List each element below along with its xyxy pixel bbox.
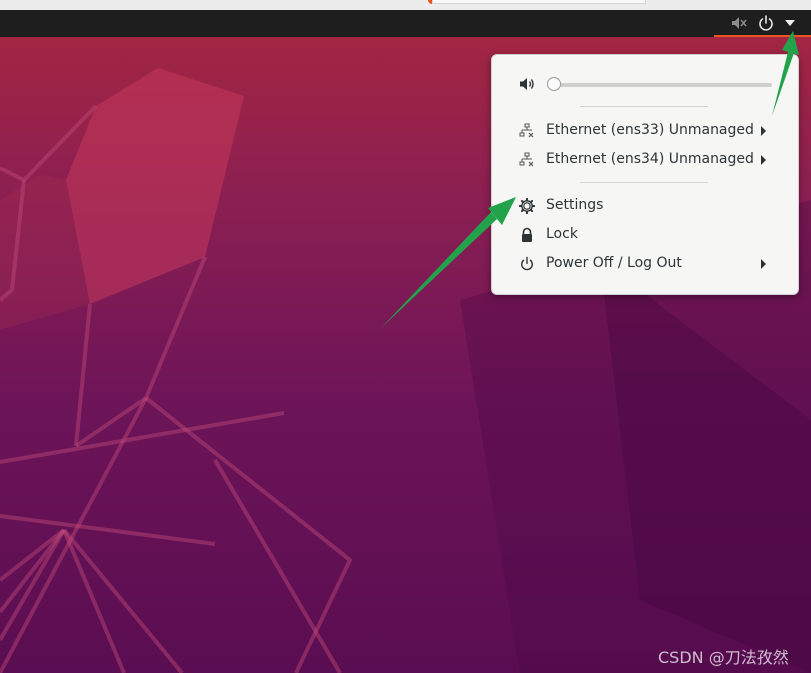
submenu-arrow-icon <box>761 259 766 269</box>
system-menu-popup: Ethernet (ens33) Unmanaged Ethernet (ens… <box>491 54 799 295</box>
power-off-label: Power Off / Log Out <box>546 255 682 271</box>
dropdown-arrow-icon[interactable] <box>784 19 796 27</box>
gear-icon <box>519 198 535 214</box>
volume-slider-handle[interactable] <box>547 77 561 91</box>
network-item-ens33[interactable]: Ethernet (ens33) Unmanaged <box>492 118 798 144</box>
submenu-arrow-icon <box>761 155 766 165</box>
system-menu-indicator[interactable] <box>714 10 811 37</box>
lock-label: Lock <box>546 226 578 242</box>
power-icon[interactable] <box>758 14 774 32</box>
volume-slider[interactable] <box>554 83 772 87</box>
host-window-strip <box>0 0 811 10</box>
lock-icon <box>522 227 532 242</box>
network-item-label: Ethernet (ens33) Unmanaged <box>546 122 754 138</box>
network-item-label: Ethernet (ens34) Unmanaged <box>546 151 754 167</box>
settings-label: Settings <box>546 197 604 213</box>
watermark-text: CSDN @刀法孜然 <box>658 648 789 667</box>
menu-separator <box>580 106 708 107</box>
lock-item[interactable]: Lock <box>492 222 798 248</box>
volume-muted-icon[interactable] <box>730 15 748 31</box>
power-off-item[interactable]: Power Off / Log Out <box>492 251 798 277</box>
network-item-ens34[interactable]: Ethernet (ens34) Unmanaged <box>492 147 798 173</box>
menu-separator <box>580 182 708 183</box>
power-icon <box>521 256 533 271</box>
settings-item[interactable]: Settings <box>492 193 798 219</box>
top-bar <box>0 10 811 37</box>
submenu-arrow-icon <box>761 126 766 136</box>
wired-network-disconnected-icon <box>519 152 534 167</box>
speaker-icon <box>520 78 534 90</box>
wired-network-disconnected-icon <box>519 123 534 138</box>
host-tab-fragment <box>432 0 646 4</box>
